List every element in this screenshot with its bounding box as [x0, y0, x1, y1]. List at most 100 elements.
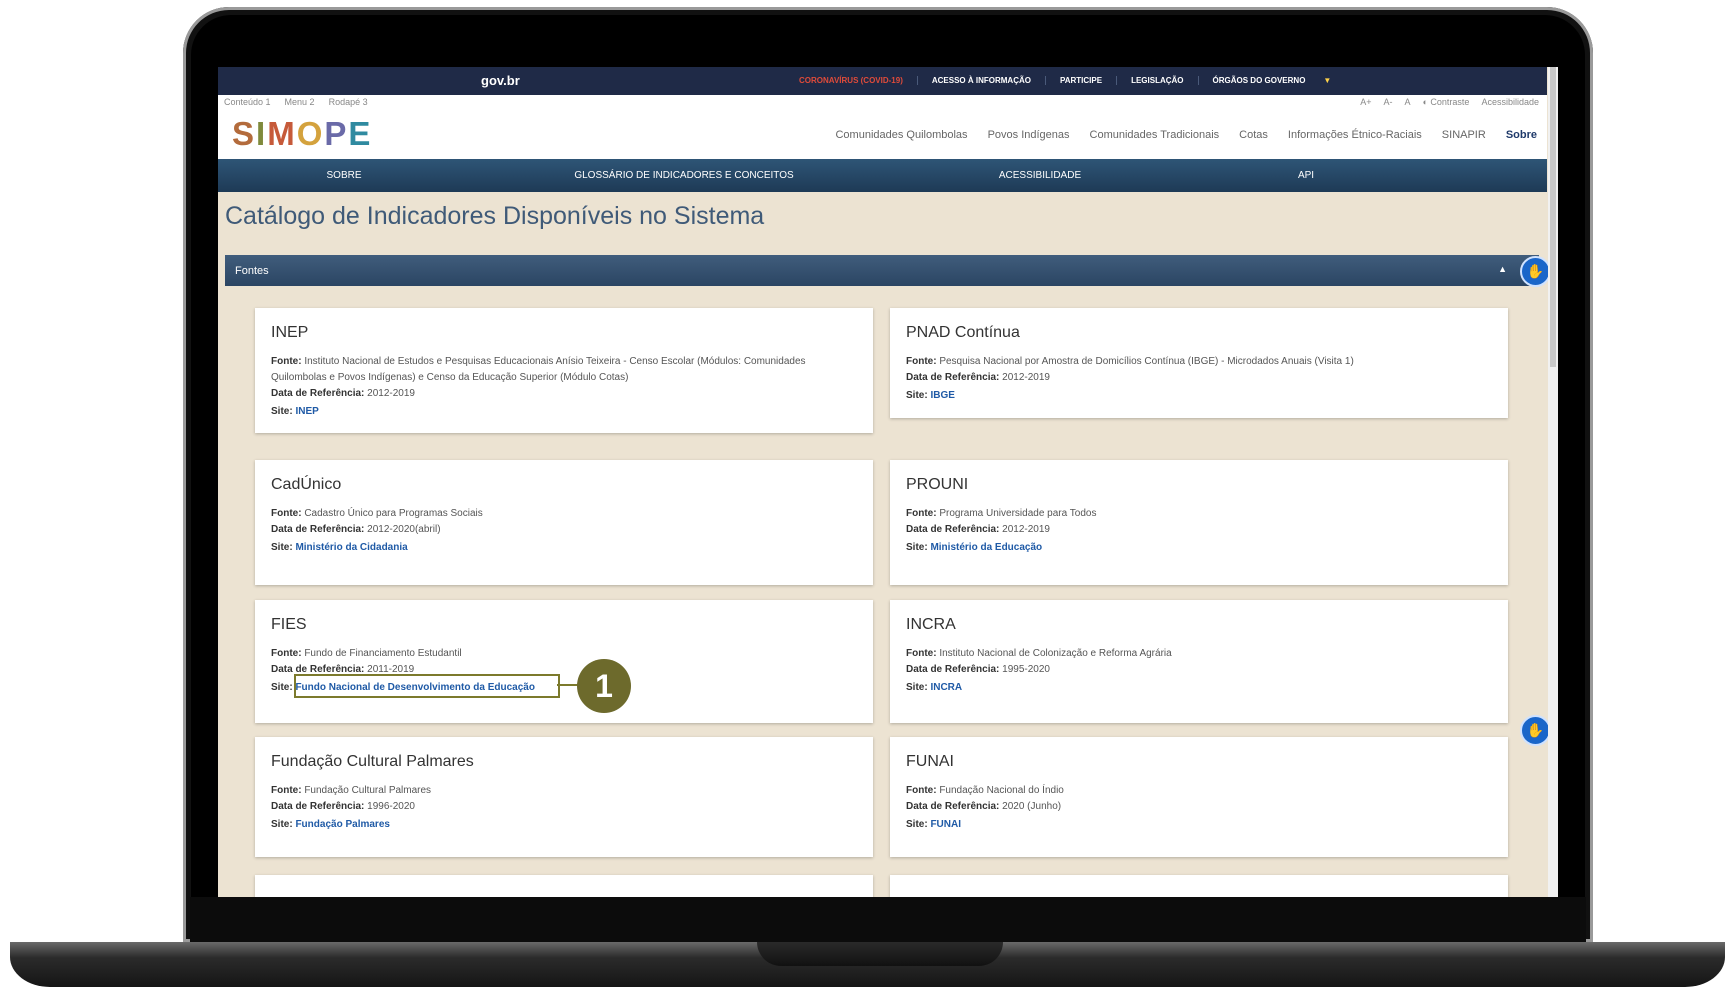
source-card-palmares: Fundação Cultural Palmares Fonte: Fundaç… [255, 737, 873, 857]
card-site-link[interactable]: Ministério da Cidadania [295, 542, 407, 553]
fonte-label: Fonte: [271, 648, 302, 659]
card-title: FUNAI [906, 753, 954, 770]
fonte-label: Fonte: [906, 648, 937, 659]
gov-logo[interactable]: gov.br [481, 73, 520, 88]
source-card-prouni: PROUNI Fonte: Programa Universidade para… [890, 460, 1508, 585]
data-ref-label: Data de Referência: [906, 524, 1000, 535]
fontes-accordion-header[interactable]: Fontes ▲ [225, 255, 1539, 286]
subnav-api[interactable]: API [1298, 170, 1314, 181]
card-title: CadÚnico [271, 476, 342, 493]
card-site-link[interactable]: FUNAI [930, 819, 961, 830]
gov-link-orgaos[interactable]: ÓRGÃOS DO GOVERNO ▼ [1199, 76, 1360, 85]
card-site-link[interactable]: IBGE [930, 390, 954, 401]
font-increase-button[interactable]: A+ [1360, 97, 1371, 107]
subnav-glossario[interactable]: GLOSSÁRIO DE INDICADORES E CONCEITOS [574, 170, 793, 181]
card-fonte: Cadastro Único para Programas Sociais [304, 508, 483, 519]
scrollbar[interactable] [1548, 67, 1558, 897]
data-ref-label: Data de Referência: [906, 801, 1000, 812]
card-data-ref: 1996-2020 [367, 801, 415, 812]
card-title: Fundação Cultural Palmares [271, 753, 474, 770]
subnav-acessibilidade[interactable]: ACESSIBILIDADE [999, 170, 1081, 181]
card-title: FIES [271, 616, 307, 633]
gov-link-acesso[interactable]: ACESSO À INFORMAÇÃO [918, 76, 1046, 85]
site-label: Site: [906, 542, 928, 553]
card-title: INCRA [906, 616, 956, 633]
card-title: PNAD Contínua [906, 324, 1020, 341]
main-nav: Comunidades Quilombolas Povos Indígenas … [835, 129, 1537, 141]
source-card-inep: INEP Fonte: Instituto Nacional de Estudo… [255, 308, 873, 433]
gov-link-participe[interactable]: PARTICIPE [1046, 76, 1118, 85]
data-ref-label: Data de Referência: [271, 388, 365, 399]
fonte-label: Fonte: [271, 785, 302, 796]
nav-sobre[interactable]: Sobre [1506, 129, 1537, 141]
a11y-links: A+ A- A ◐ Contraste Acessibilidade [1360, 97, 1539, 107]
font-decrease-button[interactable]: A- [1383, 97, 1392, 107]
logo-letter: I [256, 115, 268, 152]
card-data-ref: 2012-2020(abril) [367, 524, 441, 535]
card-site-link[interactable]: INCRA [930, 682, 962, 693]
site-header: SIMOPE Comunidades Quilombolas Povos Ind… [218, 109, 1547, 159]
logo-letter: E [348, 115, 373, 152]
sign-language-icon[interactable]: ✋ [1520, 715, 1551, 746]
fonte-label: Fonte: [906, 356, 937, 367]
sign-language-icon[interactable]: ✋ [1520, 256, 1551, 287]
gov-link-orgaos-label: ÓRGÃOS DO GOVERNO [1212, 76, 1306, 85]
fonte-label: Fonte: [271, 508, 302, 519]
callout-highlight [294, 674, 560, 698]
accessibility-link[interactable]: Acessibilidade [1481, 97, 1539, 107]
gov-links: CORONAVÍRUS (COVID-19) ACESSO À INFORMAÇ… [785, 76, 1359, 85]
data-ref-label: Data de Referência: [906, 664, 1000, 675]
card-title: PROUNI [906, 476, 969, 493]
card-fonte: Fundo de Financiamento Estudantil [304, 648, 462, 659]
card-site-link[interactable]: Fundação Palmares [295, 819, 389, 830]
nav-comunidades-tradicionais[interactable]: Comunidades Tradicionais [1090, 129, 1220, 141]
site-label: Site: [271, 406, 293, 417]
card-site-link[interactable]: INEP [295, 406, 318, 417]
scrollbar-thumb[interactable] [1550, 67, 1556, 367]
subnav-sobre[interactable]: SOBRE [326, 170, 361, 181]
sub-nav: SOBRE GLOSSÁRIO DE INDICADORES E CONCEIT… [218, 159, 1547, 192]
data-ref-label: Data de Referência: [271, 524, 365, 535]
card-data-ref: 2020 (Junho) [1002, 801, 1062, 812]
site-label: Site: [906, 390, 928, 401]
page-title: Catálogo de Indicadores Disponíveis no S… [225, 202, 765, 230]
data-ref-label: Data de Referência: [271, 801, 365, 812]
skip-link-menu[interactable]: Menu 2 [285, 97, 315, 107]
card-fonte: Pesquisa Nacional por Amostra de Domicíl… [939, 356, 1354, 367]
site-label: Site: [271, 542, 293, 553]
gov-link-legislacao[interactable]: LEGISLAÇÃO [1117, 76, 1199, 85]
skip-link-conteudo[interactable]: Conteúdo 1 [224, 97, 271, 107]
nav-informacoes-etnico-raciais[interactable]: Informações Étnico-Raciais [1288, 129, 1422, 141]
nav-sinapir[interactable]: SINAPIR [1442, 129, 1486, 141]
source-card-partial [890, 875, 1508, 897]
source-card-fies: FIES Fonte: Fundo de Financiamento Estud… [255, 600, 873, 723]
nav-povos-indigenas[interactable]: Povos Indígenas [988, 129, 1070, 141]
callout-connector [557, 684, 579, 686]
site-label: Site: [906, 682, 928, 693]
font-reset-button[interactable]: A [1404, 97, 1410, 107]
logo-letter: M [267, 115, 297, 152]
card-data-ref: 2012-2019 [1002, 524, 1050, 535]
fonte-label: Fonte: [906, 508, 937, 519]
source-card-cadunico: CadÚnico Fonte: Cadastro Único para Prog… [255, 460, 873, 585]
card-data-ref: 2012-2019 [367, 388, 415, 399]
simope-logo[interactable]: SIMOPE [232, 115, 372, 153]
nav-comunidades-quilombolas[interactable]: Comunidades Quilombolas [835, 129, 967, 141]
gov-link-covid[interactable]: CORONAVÍRUS (COVID-19) [785, 76, 918, 85]
contrast-button[interactable]: ◐ Contraste [1422, 97, 1469, 107]
screen: gov.br CORONAVÍRUS (COVID-19) ACESSO À I… [218, 67, 1558, 897]
card-fonte: Instituto Nacional de Colonização e Refo… [939, 648, 1172, 659]
card-data-ref: 2012-2019 [1002, 372, 1050, 383]
source-card-funai: FUNAI Fonte: Fundação Nacional do Índio … [890, 737, 1508, 857]
card-site-link[interactable]: Ministério da Educação [930, 542, 1042, 553]
callout-badge: 1 [577, 659, 631, 713]
nav-cotas[interactable]: Cotas [1239, 129, 1268, 141]
data-ref-label: Data de Referência: [906, 372, 1000, 383]
skip-link-rodape[interactable]: Rodapé 3 [329, 97, 368, 107]
site-label: Site: [906, 819, 928, 830]
card-fonte: Fundação Nacional do Índio [939, 785, 1064, 796]
fonte-label: Fonte: [906, 785, 937, 796]
access-bar: Conteúdo 1 Menu 2 Rodapé 3 A+ A- A ◐ Con… [218, 95, 1547, 109]
gov-bar: gov.br CORONAVÍRUS (COVID-19) ACESSO À I… [218, 67, 1547, 95]
chevron-down-icon: ▼ [1323, 76, 1332, 85]
